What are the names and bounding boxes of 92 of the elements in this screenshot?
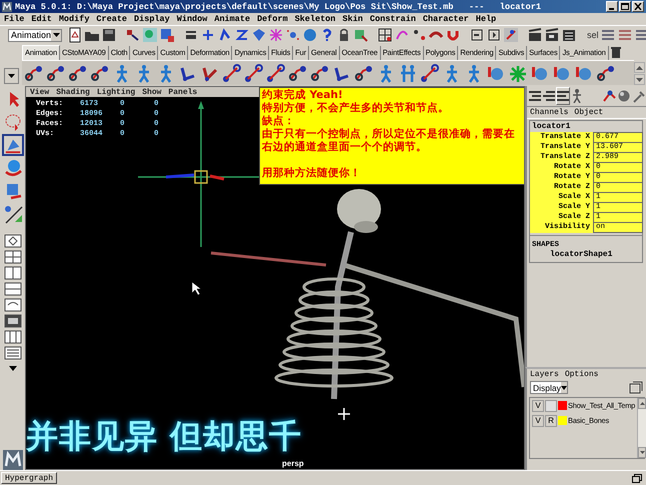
- note-text: 特别方便，不会产生多的关节和节点。: [262, 102, 450, 115]
- ik-handle-icon[interactable]: [418, 61, 440, 85]
- figure-icon[interactable]: [571, 88, 584, 104]
- maximize-icon: [621, 3, 629, 10]
- joint-icon[interactable]: [602, 88, 616, 104]
- menu-item[interactable]: Display: [134, 14, 170, 24]
- viewport-menu-item[interactable]: View: [30, 88, 50, 96]
- viewport-menu-item[interactable]: Show: [142, 88, 162, 96]
- menu-item[interactable]: Edit: [31, 14, 52, 24]
- new-file-icon[interactable]: [67, 26, 84, 44]
- sphere-icon[interactable]: [302, 26, 318, 44]
- taskbar-button[interactable]: Hypergraph: [1, 472, 58, 484]
- layout-icon[interactable]: [2, 233, 22, 248]
- ipr-render-icon[interactable]: [544, 26, 560, 44]
- ik-handle-icon[interactable]: [220, 61, 242, 85]
- list-icon[interactable]: [556, 87, 570, 105]
- menu-item[interactable]: Animate: [214, 14, 250, 24]
- shape-name: locatorShape1: [549, 249, 614, 261]
- display-dropdown[interactable]: Display: [530, 381, 568, 394]
- menu-item[interactable]: Modify: [58, 14, 90, 24]
- close-button[interactable]: [632, 1, 644, 12]
- layout-icon[interactable]: [2, 313, 22, 328]
- snap-grid-icon[interactable]: [377, 26, 394, 44]
- cube-icon[interactable]: [251, 26, 268, 44]
- menu-item[interactable]: Window: [176, 14, 208, 24]
- render-icon[interactable]: [527, 26, 544, 44]
- channel-menu-item[interactable]: Object: [574, 108, 604, 117]
- list-icon[interactable]: [542, 88, 555, 104]
- menu-item[interactable]: Skeleton: [294, 14, 336, 24]
- display-mode-toggle[interactable]: R: [545, 414, 557, 426]
- move-icon[interactable]: [2, 134, 24, 156]
- visibility-toggle[interactable]: V: [532, 400, 544, 412]
- layer-menu-item[interactable]: Options: [564, 370, 598, 379]
- new-layer-icon[interactable]: [629, 381, 643, 394]
- window-title: Maya 5.0.1: D:\Maya Project\maya\projects\default\scenes\My Logo\Pos Sit\Show_Test.mb --- locator1: [15, 2, 542, 12]
- menu-item[interactable]: Help: [476, 14, 496, 24]
- shelf-menu-button[interactable]: [4, 68, 18, 84]
- viewport-menu-item[interactable]: Panels: [168, 88, 198, 96]
- camera-label: persp: [282, 459, 304, 468]
- ik-handle-icon[interactable]: [264, 61, 286, 85]
- menu-item[interactable]: Constrain: [370, 14, 416, 24]
- viewport-menu-item[interactable]: Lighting: [96, 88, 136, 96]
- select-component-icon[interactable]: [159, 26, 176, 44]
- menu-item[interactable]: Create: [96, 14, 128, 24]
- cursor-icon: [192, 282, 202, 296]
- scroll-up-icon[interactable]: [634, 62, 645, 73]
- menu-item[interactable]: Character: [422, 14, 469, 24]
- menu-item[interactable]: File: [4, 14, 24, 24]
- menu-item[interactable]: Deform: [257, 14, 288, 24]
- object-name: locator1: [531, 121, 572, 132]
- layout-icon[interactable]: [2, 249, 22, 264]
- construction-history-icon[interactable]: [503, 26, 520, 44]
- visibility-toggle[interactable]: V: [532, 414, 544, 426]
- list-icon[interactable]: [529, 88, 542, 104]
- caret-icon: [8, 74, 14, 78]
- minimize-button[interactable]: [606, 1, 618, 12]
- note-text: 缺点：: [262, 115, 296, 128]
- caret-icon: [52, 33, 60, 37]
- sphere-icon[interactable]: [617, 88, 631, 104]
- maya-logo-icon: [2, 450, 24, 470]
- selection-label[interactable]: sel: [587, 30, 599, 40]
- mode-dropdown[interactable]: Animation: [8, 28, 62, 42]
- trash-icon[interactable]: [608, 44, 623, 60]
- menu-item[interactable]: Skin: [342, 14, 363, 24]
- scroll-down-icon[interactable]: [634, 74, 645, 85]
- input-icon[interactable]: [469, 26, 486, 44]
- viewport-menu-item[interactable]: Shading: [56, 88, 90, 96]
- crosshair-icon: [337, 407, 351, 421]
- maya-logo-icon: [2, 2, 12, 12]
- scroll-down-icon[interactable]: [638, 447, 646, 458]
- layer-menu-item[interactable]: Layers: [530, 370, 559, 379]
- display-mode-toggle[interactable]: [545, 400, 557, 412]
- restore-icon[interactable]: [632, 474, 642, 482]
- output-icon[interactable]: [486, 26, 502, 44]
- layer-color-swatch[interactable]: [558, 401, 567, 410]
- layout-icon[interactable]: [2, 329, 22, 344]
- note-text: 用那种方法随便你！: [262, 167, 362, 180]
- maximize-button[interactable]: [619, 1, 631, 12]
- caption-text: 并非见异 但却思千: [26, 416, 302, 457]
- layout-icon[interactable]: [2, 281, 22, 296]
- layout-icon[interactable]: [2, 297, 22, 312]
- layer-color-swatch[interactable]: [558, 416, 567, 425]
- layout-icon[interactable]: [2, 265, 22, 280]
- channel-menu-item[interactable]: Channels: [530, 108, 568, 117]
- scroll-up-icon[interactable]: [638, 398, 646, 409]
- layout-icon[interactable]: [2, 345, 22, 360]
- close-icon: [634, 3, 642, 10]
- grid-icon[interactable]: [268, 26, 284, 44]
- note-text: 约束完成 Yeah!: [262, 89, 344, 102]
- caret-icon: [560, 386, 567, 390]
- note-text: 由于只有一个控制点，所以定位不是很准确，需要在右边的通道盒里面一个个的调节。: [262, 128, 516, 154]
- ik-handle-icon[interactable]: [242, 61, 264, 85]
